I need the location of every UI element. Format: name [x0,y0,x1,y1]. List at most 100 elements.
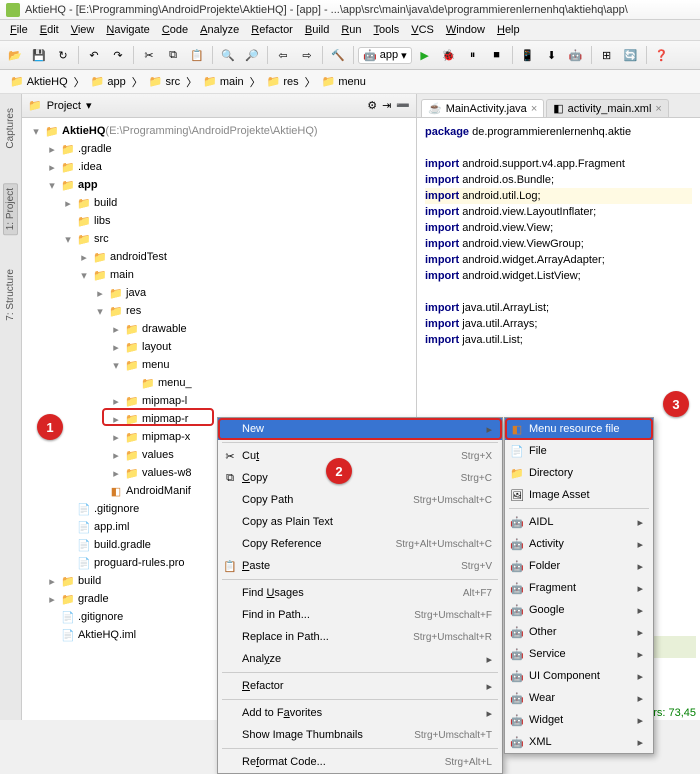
tree-node[interactable]: ▸📁.gradle [22,140,416,158]
close-icon[interactable]: × [655,103,661,115]
menu-item-xml[interactable]: 🤖XML▸ [505,731,653,753]
settings-icon[interactable]: ⚙ [367,99,377,112]
menu-item-google[interactable]: 🤖Google▸ [505,599,653,621]
menu-item-show-image-thumbnails[interactable]: Show Image ThumbnailsStrg+Umschalt+T [218,724,502,746]
menu-window[interactable]: Window [440,22,491,38]
menu-item-analyze[interactable]: Analyze▸ [218,648,502,670]
tree-node[interactable]: ▸📁mipmap-l [22,392,416,410]
chevron-down-icon[interactable]: ▾ [86,99,92,112]
copy-icon[interactable]: ⧉ [162,44,184,66]
menu-item-aidl[interactable]: 🤖AIDL▸ [505,511,653,533]
menu-item-directory[interactable]: 📁Directory [505,462,653,484]
editor-tab[interactable]: ◧activity_main.xml× [546,99,669,117]
tree-node[interactable]: ▾📁main [22,266,416,284]
menu-item-folder[interactable]: 🤖Folder▸ [505,555,653,577]
menu-item-ui-component[interactable]: 🤖UI Component▸ [505,665,653,687]
menu-edit[interactable]: Edit [34,22,65,38]
hide-icon[interactable]: ➖ [396,99,410,112]
menu-item-image-asset[interactable]: 🖼Image Asset [505,484,653,506]
tree-node[interactable]: ▸📁.idea [22,158,416,176]
menu-item-copy-as-plain-text[interactable]: Copy as Plain Text [218,511,502,533]
sdk-icon[interactable]: ⬇ [541,44,563,66]
menu-item-copy-path[interactable]: Copy PathStrg+Umschalt+C [218,489,502,511]
cut-icon[interactable]: ✂ [138,44,160,66]
tree-node[interactable]: ▾📁AktieHQ (E:\Programming\AndroidProjekt… [22,122,416,140]
project-tab[interactable]: 1: Project [3,183,18,235]
stop-icon[interactable]: ■ [486,44,508,66]
menu-item-refactor[interactable]: Refactor▸ [218,675,502,697]
help-icon[interactable]: ❓ [651,44,673,66]
run-icon[interactable]: ▶ [414,44,436,66]
menu-item-widget[interactable]: 🤖Widget▸ [505,709,653,731]
breadcrumb-item[interactable]: 📁menu [318,74,370,89]
menu-item-fragment[interactable]: 🤖Fragment▸ [505,577,653,599]
menu-item-find-in-path-[interactable]: Find in Path...Strg+Umschalt+F [218,604,502,626]
tree-node[interactable]: ▾📁menu [22,356,416,374]
menu-item-file[interactable]: 📄File [505,440,653,462]
monitor-icon[interactable]: 🤖 [565,44,587,66]
breadcrumb-item[interactable]: 📁AktieHQ [6,74,72,89]
sync-icon[interactable]: ↻ [52,44,74,66]
save-icon[interactable]: 💾 [28,44,50,66]
menu-item-copy-reference[interactable]: Copy ReferenceStrg+Alt+Umschalt+C [218,533,502,555]
menu-navigate[interactable]: Navigate [100,22,155,38]
menu-item-copy[interactable]: ⧉CopyStrg+C [218,467,502,489]
tree-node[interactable]: 📁menu_ [22,374,416,392]
run-config-combo[interactable]: 🤖 app ▾ [358,47,412,64]
breadcrumb-item[interactable]: 📁main [199,74,248,89]
menu-item-other[interactable]: 🤖Other▸ [505,621,653,643]
breadcrumb-item[interactable]: 📁src [145,74,184,89]
tree-node[interactable]: 📁libs [22,212,416,230]
forward-icon[interactable]: ⇨ [296,44,318,66]
menu-item-replace-in-path-[interactable]: Replace in Path...Strg+Umschalt+R [218,626,502,648]
menu-item-add-to-favorites[interactable]: Add to Favorites▸ [218,702,502,724]
redo-icon[interactable]: ↷ [107,44,129,66]
menu-analyze[interactable]: Analyze [194,22,245,38]
menu-build[interactable]: Build [299,22,335,38]
menu-file[interactable]: File [4,22,34,38]
menu-view[interactable]: View [65,22,101,38]
undo-icon[interactable]: ↶ [83,44,105,66]
back-icon[interactable]: ⇦ [272,44,294,66]
find-icon[interactable]: 🔍 [217,44,239,66]
code-editor[interactable]: package de.programmierenlernenhq.aktie i… [417,118,700,354]
attach-icon[interactable]: ⏸ [462,44,484,66]
tree-node[interactable]: ▾📁src [22,230,416,248]
editor-tab[interactable]: ☕MainActivity.java× [421,99,544,117]
sync-gradle-icon[interactable]: 🔄 [620,44,642,66]
menu-item-menu-resource-file[interactable]: ◧Menu resource file [505,418,653,440]
menu-code[interactable]: Code [156,22,194,38]
tree-node[interactable]: ▸📁build [22,194,416,212]
menu-item-cut[interactable]: ✂CutStrg+X [218,445,502,467]
paste-icon[interactable]: 📋 [186,44,208,66]
breadcrumb-item[interactable]: 📁res [263,74,303,89]
tree-node[interactable]: ▸📁drawable [22,320,416,338]
menu-help[interactable]: Help [491,22,526,38]
tree-node[interactable]: ▸📁androidTest [22,248,416,266]
menu-vcs[interactable]: VCS [405,22,440,38]
tree-node[interactable]: ▾📁app [22,176,416,194]
structure-tab[interactable]: 7: Structure [4,265,17,325]
structure-icon[interactable]: ⊞ [596,44,618,66]
make-icon[interactable]: 🔨 [327,44,349,66]
tree-node[interactable]: ▸📁layout [22,338,416,356]
menu-item-new[interactable]: New▸ [218,418,502,440]
menu-refactor[interactable]: Refactor [245,22,299,38]
tree-node[interactable]: ▸📁java [22,284,416,302]
collapse-icon[interactable]: ⇥ [382,99,391,112]
new-submenu[interactable]: ◧Menu resource file📄File📁Directory🖼Image… [504,417,654,754]
menu-item-find-usages[interactable]: Find UsagesAlt+F7 [218,582,502,604]
menu-item-service[interactable]: 🤖Service▸ [505,643,653,665]
menu-run[interactable]: Run [335,22,367,38]
menu-tools[interactable]: Tools [368,22,406,38]
debug-icon[interactable]: 🐞 [438,44,460,66]
replace-icon[interactable]: 🔎 [241,44,263,66]
menu-item-wear[interactable]: 🤖Wear▸ [505,687,653,709]
menu-item-paste[interactable]: 📋PasteStrg+V [218,555,502,577]
open-icon[interactable]: 📂 [4,44,26,66]
close-icon[interactable]: × [531,103,537,115]
tree-node[interactable]: ▾📁res [22,302,416,320]
breadcrumb-item[interactable]: 📁app [87,74,130,89]
avd-icon[interactable]: 📱 [517,44,539,66]
menu-item-activity[interactable]: 🤖Activity▸ [505,533,653,555]
